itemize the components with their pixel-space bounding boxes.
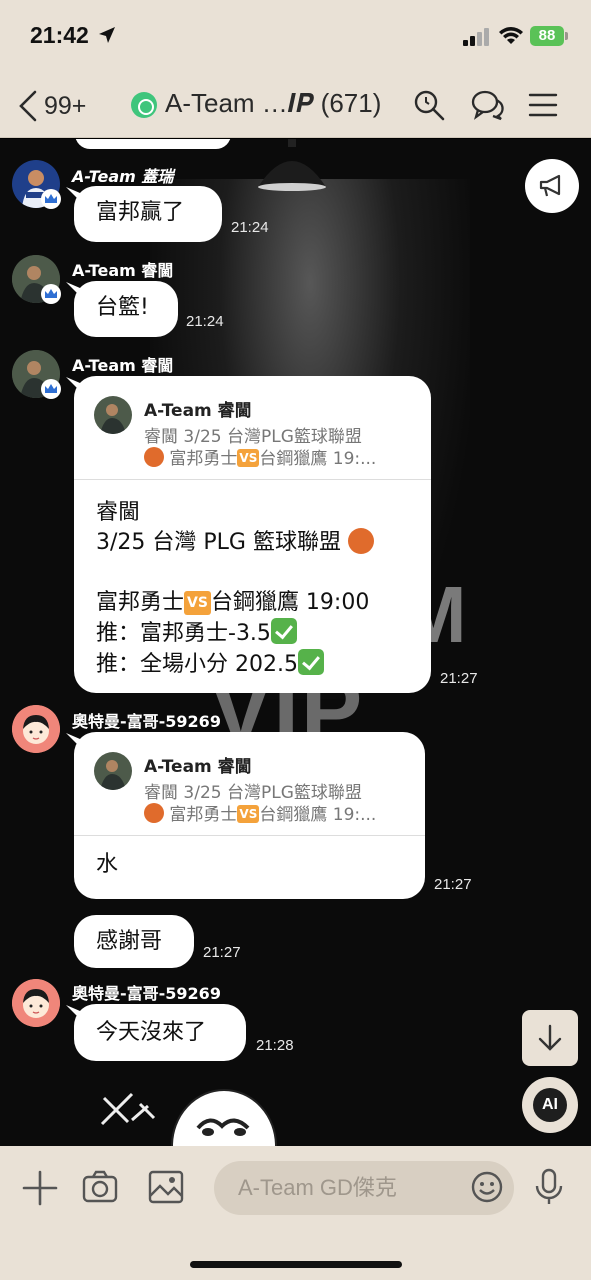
vs-icon: VS <box>184 591 211 615</box>
status-time: 21:42 <box>30 22 89 48</box>
sender-name: 奧特曼-富哥-59269 <box>72 984 221 1003</box>
message-bubble[interactable]: 感謝哥 <box>74 915 194 968</box>
emoji-icon[interactable] <box>470 1170 504 1204</box>
quoted-sender: A-Team 睿閫 <box>144 401 252 421</box>
menu-icon[interactable] <box>526 88 560 122</box>
arrow-down-icon <box>538 1024 562 1051</box>
message-time: 21:24 <box>231 219 269 236</box>
chat-area[interactable]: M VIP A-Team 蓋瑞 富邦贏了 21:24 A-Team 睿閫 台籃!… <box>0 139 591 1146</box>
message-input[interactable] <box>214 1161 514 1215</box>
chat-bubbles-icon[interactable] <box>470 88 504 122</box>
sender-name: A-Team 睿閫 <box>72 356 174 375</box>
crown-icon <box>41 189 61 209</box>
status-bar: 21:42 88 <box>0 0 591 72</box>
body-line: 推：全場小分 202.5 <box>96 649 409 680</box>
message-time: 21:27 <box>203 944 241 961</box>
ai-assistant-button[interactable]: AI <box>522 1077 578 1133</box>
message-bubble[interactable]: 今天沒來了 <box>74 1004 246 1061</box>
vs-icon: VS <box>237 805 260 823</box>
camera-icon[interactable] <box>82 1170 118 1204</box>
previous-message-bubble <box>75 139 231 149</box>
message-text: 台籃! <box>96 295 149 320</box>
message-time: 21:27 <box>434 876 472 893</box>
crown-icon <box>41 379 61 399</box>
megaphone-icon <box>539 174 561 197</box>
home-indicator <box>190 1261 402 1268</box>
message-time: 21:28 <box>256 1037 294 1054</box>
quoted-line-2: 富邦勇士 VS 台鋼獵鷹 19:... <box>144 444 376 469</box>
wifi-icon <box>499 27 523 44</box>
sender-name: 奧特曼-富哥-59269 <box>72 712 221 731</box>
message-bubble[interactable]: 台籃! <box>74 281 178 337</box>
body-line: 睿閫 <box>96 500 141 525</box>
body-line: 富邦勇士 VS 台鋼獵鷹 19:00 <box>96 590 370 615</box>
scroll-to-bottom-button[interactable] <box>522 1010 578 1066</box>
chat-title[interactable]: A-Team …𝑰𝑷 (671) <box>165 88 381 120</box>
quoted-message[interactable]: A-Team 睿閫 睿閫 3/25 台灣PLG籃球聯盟 富邦勇士 VS 台鋼獵鷹 1… <box>74 732 425 836</box>
message-bubble[interactable]: 富邦贏了 <box>74 186 222 242</box>
microphone-icon[interactable] <box>534 1168 564 1206</box>
message-text: 感謝哥 <box>96 929 163 954</box>
message-body: 睿閫 3/25 台灣 PLG 籃球聯盟 富邦勇士 VS 台鋼獵鷹 19:00 推：富邦勇… <box>74 480 431 696</box>
plus-icon[interactable] <box>22 1170 58 1206</box>
battery-tip <box>565 32 568 40</box>
battery-indicator: 88 <box>530 26 564 46</box>
ai-label: AI <box>533 1088 567 1122</box>
reply-message-bubble[interactable]: A-Team 睿閫 睿閫 3/25 台灣PLG籃球聯盟 富邦勇士 VS 台鋼獵鷹 1… <box>74 376 431 693</box>
sender-name: A-Team 睿閫 <box>72 261 174 280</box>
sticker-image[interactable] <box>92 1084 302 1146</box>
body-line: 3/25 台灣 PLG 籃球聯盟 <box>96 528 409 558</box>
message-time: 21:24 <box>186 313 224 330</box>
image-icon[interactable] <box>148 1170 184 1204</box>
quoted-avatar <box>94 752 132 790</box>
quoted-avatar <box>94 396 132 434</box>
message-text: 今天沒來了 <box>96 1020 207 1045</box>
quoted-sender: A-Team 睿閫 <box>144 757 252 777</box>
basketball-icon <box>144 447 164 467</box>
chevron-left-icon <box>19 90 37 122</box>
lamp-graphic <box>258 139 326 191</box>
avatar[interactable] <box>12 979 60 1027</box>
cellular-signal-icon <box>463 28 489 46</box>
message-time: 21:27 <box>440 670 478 687</box>
quoted-message[interactable]: A-Team 睿閫 睿閫 3/25 台灣PLG籃球聯盟 富邦勇士 VS 台鋼獵鷹 1… <box>74 376 431 480</box>
message-composer <box>0 1146 591 1280</box>
quoted-line-2: 富邦勇士 VS 台鋼獵鷹 19:... <box>144 800 376 825</box>
location-arrow-icon <box>99 27 115 43</box>
search-icon[interactable] <box>412 88 446 122</box>
announcement-button[interactable] <box>525 159 579 213</box>
chat-header: 99+ A-Team …𝑰𝑷 (671) <box>0 72 591 138</box>
check-mark-icon <box>270 618 297 644</box>
basketball-icon <box>347 528 374 554</box>
back-button[interactable]: 99+ <box>18 86 86 126</box>
message-text: 富邦贏了 <box>96 200 185 225</box>
vs-icon: VS <box>237 449 260 467</box>
group-chat-icon <box>131 92 157 118</box>
body-line: 推：富邦勇士-3.5 <box>96 618 409 649</box>
basketball-icon <box>144 803 164 823</box>
message-text: 水 <box>96 852 119 877</box>
sender-name: A-Team 蓋瑞 <box>72 167 174 186</box>
crown-icon <box>41 284 61 304</box>
avatar[interactable] <box>12 705 60 753</box>
reply-message-bubble[interactable]: A-Team 睿閫 睿閫 3/25 台灣PLG籃球聯盟 富邦勇士 VS 台鋼獵鷹 1… <box>74 732 425 899</box>
check-mark-icon <box>297 649 324 675</box>
unread-count: 99+ <box>44 91 87 120</box>
